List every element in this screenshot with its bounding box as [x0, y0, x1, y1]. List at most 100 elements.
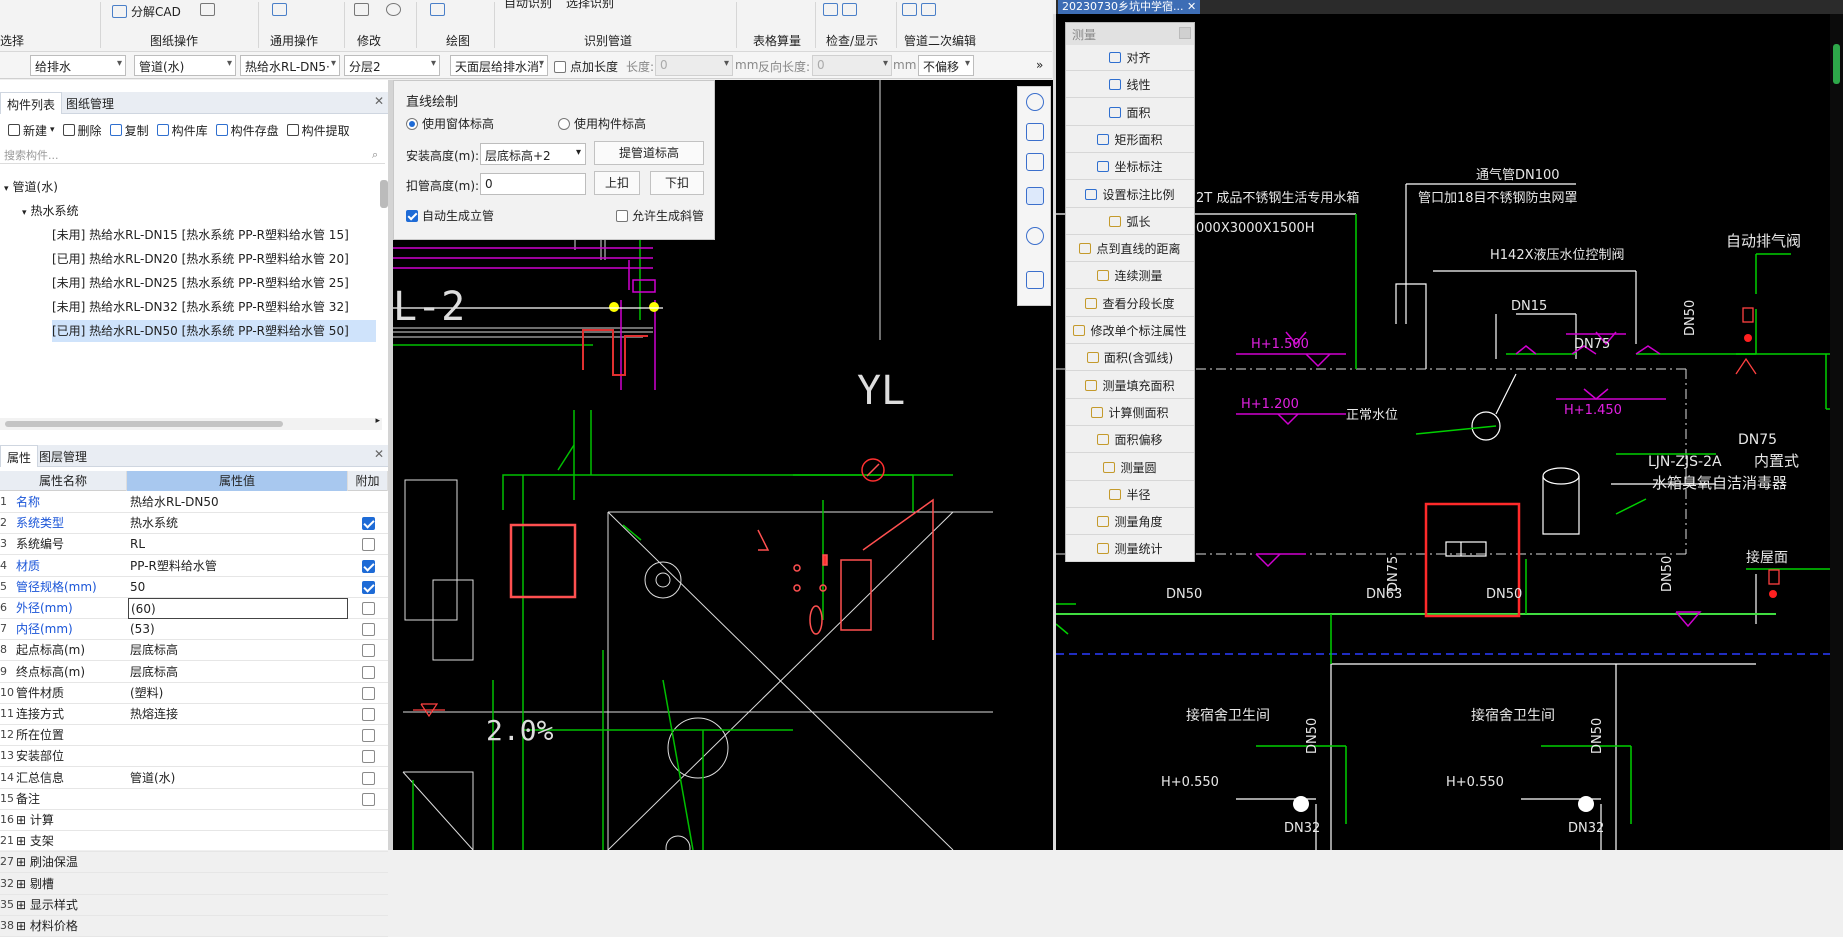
- use-component-elevation-radio[interactable]: 使用构件标高: [558, 115, 646, 132]
- property-value[interactable]: 层底标高: [128, 640, 348, 661]
- measure-item[interactable]: 测量填充面积: [1066, 372, 1194, 399]
- extra-checkbox[interactable]: [362, 602, 375, 615]
- measure-item[interactable]: 查看分段长度: [1066, 290, 1194, 317]
- measure-item[interactable]: 面积(含弧线): [1066, 345, 1194, 372]
- rotate-view-icon[interactable]: [1026, 227, 1044, 245]
- property-row[interactable]: 13 安装部位: [0, 746, 388, 768]
- ribbon-group-drawing-ops[interactable]: 图纸操作: [150, 32, 198, 49]
- elevation-select[interactable]: 天面层给排水消·: [450, 55, 548, 76]
- property-row[interactable]: 8 起点标高(m) 层底标高: [0, 640, 388, 662]
- property-row[interactable]: 6 外径(mm) (60): [0, 598, 388, 619]
- component-lib-button[interactable]: 构件库: [156, 122, 208, 139]
- tree-item[interactable]: ▾ 管道(水): [4, 176, 58, 198]
- tab-component-list[interactable]: 构件列表: [0, 92, 63, 114]
- check-display-button[interactable]: [823, 3, 857, 16]
- extra-checkbox[interactable]: [362, 792, 375, 806]
- point-length-toggle[interactable]: 点加长度: [554, 58, 618, 75]
- ribbon-group-draw[interactable]: 绘图: [446, 32, 470, 49]
- up-buckle-button[interactable]: 上扣: [594, 171, 640, 195]
- copy-button[interactable]: 复制: [109, 122, 149, 139]
- property-value[interactable]: [128, 746, 348, 767]
- property-value[interactable]: (53): [128, 619, 348, 640]
- pipe-edit-button[interactable]: [902, 3, 936, 16]
- property-value[interactable]: [128, 852, 348, 873]
- tree-expand-icon[interactable]: ▾: [22, 208, 27, 218]
- buckle-height-input[interactable]: 0: [480, 173, 586, 195]
- save-component-button[interactable]: 构件存盘: [215, 122, 279, 139]
- point-length-checkbox[interactable]: [554, 61, 566, 73]
- property-value[interactable]: [128, 810, 348, 831]
- tree-item[interactable]: [未用] 热给水RL-DN32 [热水系统 PP-R塑料给水管 32]: [52, 296, 349, 318]
- tab-drawing-manage[interactable]: 图纸管理: [60, 92, 120, 114]
- scroll-thumb[interactable]: [5, 421, 283, 427]
- extra-checkbox[interactable]: [362, 686, 375, 700]
- property-value[interactable]: [128, 789, 348, 810]
- ribbon-group-check-display[interactable]: 检查/显示: [826, 32, 878, 49]
- extra-checkbox[interactable]: [362, 623, 375, 637]
- property-row[interactable]: 15 备注: [0, 789, 388, 810]
- property-value[interactable]: (塑料): [128, 683, 348, 704]
- measure-item[interactable]: 点到直线的距离: [1066, 236, 1194, 263]
- length-input[interactable]: 0: [655, 55, 733, 76]
- ribbon-group-select[interactable]: 选择: [0, 32, 24, 49]
- ribbon-group-recognize-pipe[interactable]: 识别管道: [584, 32, 632, 49]
- cube-icon[interactable]: [1026, 153, 1044, 171]
- property-row[interactable]: 1 名称 热给水RL-DN50: [0, 492, 388, 513]
- radio-off[interactable]: [558, 118, 570, 130]
- extra-checkbox[interactable]: [362, 517, 375, 531]
- close-menu-icon[interactable]: [1179, 27, 1191, 39]
- property-row[interactable]: 27 ⊞ 刷油保温: [0, 852, 388, 874]
- allow-slope-checkbox[interactable]: [616, 210, 628, 222]
- measure-item[interactable]: 测量角度: [1066, 509, 1194, 536]
- view-splitter[interactable]: [1053, 14, 1056, 850]
- property-value[interactable]: [128, 916, 348, 937]
- measure-item[interactable]: 面积偏移: [1066, 427, 1194, 454]
- property-value[interactable]: 热水系统: [128, 513, 348, 534]
- delete-icon-button[interactable]: [354, 3, 369, 16]
- measure-item[interactable]: 半径: [1066, 481, 1194, 508]
- extra-checkbox[interactable]: [362, 559, 375, 573]
- cloud-icon-button[interactable]: [272, 3, 287, 16]
- measure-item[interactable]: 坐标标注: [1066, 154, 1194, 181]
- delete-ribbon-button[interactable]: [200, 3, 215, 16]
- close-panel-icon[interactable]: ✕: [374, 94, 384, 108]
- rotate-button[interactable]: [386, 3, 401, 16]
- measure-item[interactable]: 面积: [1066, 99, 1194, 126]
- auto-riser-toggle[interactable]: 自动生成立管: [406, 207, 494, 224]
- pick-pipe-elevation-button[interactable]: 提管道标高: [594, 141, 704, 165]
- property-value[interactable]: [128, 874, 348, 895]
- arc-draw-button[interactable]: [430, 3, 445, 16]
- select-recognize-button[interactable]: 选择识别: [566, 0, 614, 11]
- install-height-select[interactable]: 层底标高+2 ▾: [480, 143, 586, 165]
- property-row[interactable]: 35 ⊞ 显示样式: [0, 895, 388, 916]
- component-select[interactable]: 热给水RL-DN5·: [240, 55, 340, 76]
- extra-checkbox[interactable]: [362, 644, 375, 658]
- use-window-elevation-radio[interactable]: 使用窗体标高: [406, 115, 494, 132]
- property-row[interactable]: 38 ⊞ 材料价格: [0, 916, 388, 937]
- property-value[interactable]: [128, 831, 348, 852]
- property-row[interactable]: 14 汇总信息 管道(水): [0, 768, 388, 789]
- reverse-length-input[interactable]: 0: [812, 55, 892, 76]
- property-row[interactable]: 7 内径(mm) (53): [0, 619, 388, 641]
- property-row[interactable]: 11 连接方式 热熔连接: [0, 704, 388, 725]
- extra-checkbox[interactable]: [362, 750, 375, 764]
- property-value[interactable]: RL: [128, 534, 348, 555]
- extract-component-button[interactable]: 构件提取: [286, 122, 350, 139]
- search-icon[interactable]: ⌕: [372, 148, 378, 162]
- measure-item[interactable]: 修改单个标注属性: [1066, 318, 1194, 344]
- extra-checkbox[interactable]: [362, 708, 375, 721]
- close-tab-icon[interactable]: ✕: [1187, 0, 1196, 13]
- property-row[interactable]: 32 ⊞ 剔槽: [0, 874, 388, 895]
- property-value[interactable]: [128, 725, 348, 746]
- globe-icon[interactable]: [1026, 93, 1044, 111]
- new-button[interactable]: 新建 ▾: [8, 122, 55, 139]
- property-row[interactable]: 9 终点标高(m) 层底标高: [0, 662, 388, 683]
- tree-h-scrollbar[interactable]: ▸: [0, 416, 382, 430]
- measure-item[interactable]: 测量圆: [1066, 454, 1194, 481]
- property-value[interactable]: 50: [128, 577, 348, 598]
- property-row[interactable]: 12 所在位置: [0, 725, 388, 747]
- property-row[interactable]: 3 系统编号 RL: [0, 534, 388, 556]
- system-select[interactable]: 给排水: [30, 55, 126, 76]
- extra-checkbox[interactable]: [362, 538, 375, 552]
- view-settings-icon[interactable]: [1026, 271, 1044, 289]
